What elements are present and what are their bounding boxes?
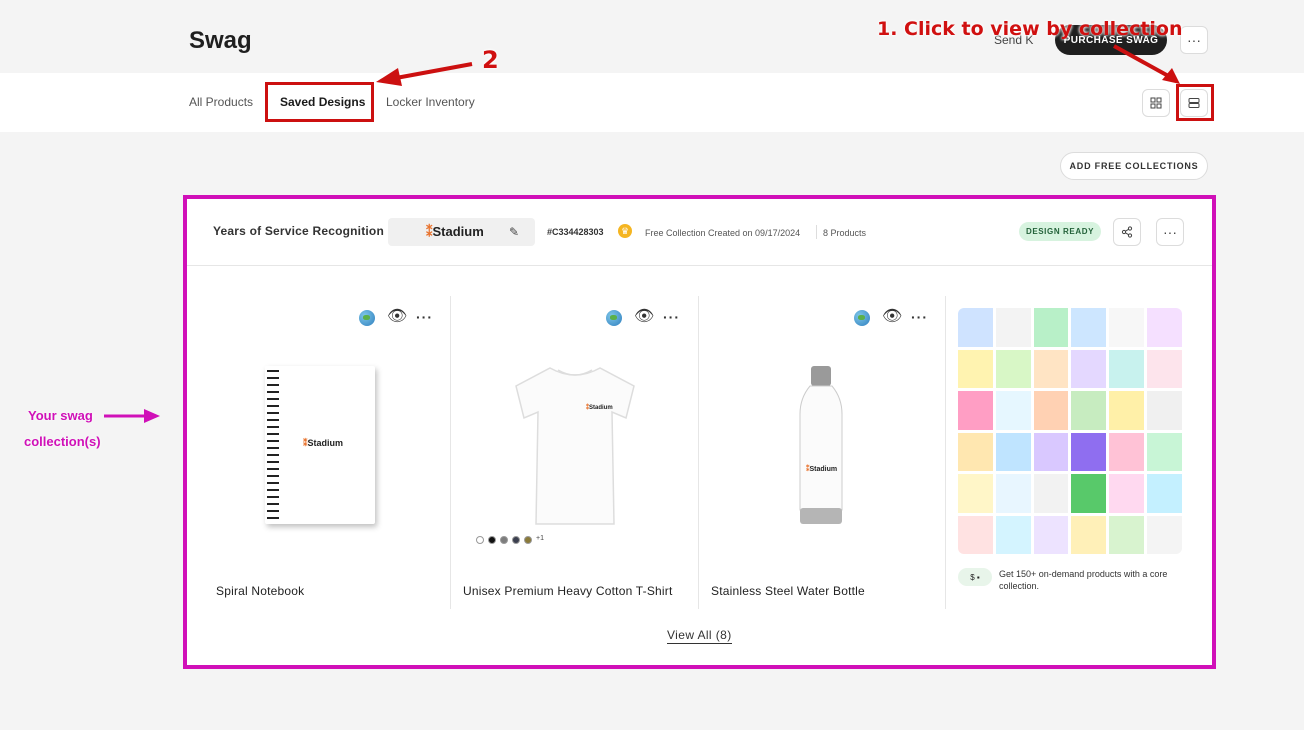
annotation-swag-line1: Your swag [28,408,93,423]
annotation-arrow-step1 [1113,44,1180,84]
annotation-frame-collection [183,195,1216,669]
tab-all-products[interactable]: All Products [189,95,253,109]
tab-locker-inventory[interactable]: Locker Inventory [386,95,475,109]
annotation-step1: 1. Click to view by collection [877,18,1183,40]
annotation-arrow-step2 [376,62,473,86]
page-title: Swag [189,27,252,54]
grid-icon [1150,97,1162,109]
grid-view-button[interactable] [1142,89,1170,117]
annotation-box-saved-designs [265,82,374,122]
annotation-swag-line2: collection(s) [24,434,101,449]
add-free-collections-button[interactable]: ADD FREE COLLECTIONS [1060,152,1208,180]
annotation-arrow-swag [104,409,160,423]
annotation-step2: 2 [482,46,499,74]
